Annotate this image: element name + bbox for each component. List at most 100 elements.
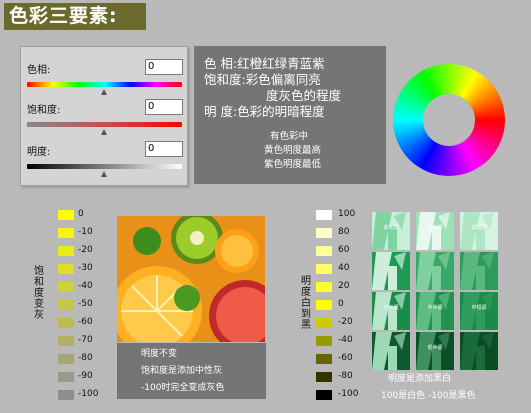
tone-grid: 高长调 高中调 高短调中长调 中中调 中短调低中调 bbox=[372, 212, 502, 378]
brightness-step-value: 80 bbox=[338, 227, 350, 237]
tone-shape bbox=[460, 292, 494, 330]
brightness-step-value: -100 bbox=[338, 389, 359, 399]
brightness-label: 明度: bbox=[27, 147, 51, 158]
tone-cell: 高中调 bbox=[416, 212, 454, 250]
saturation-step-value: -50 bbox=[78, 299, 93, 309]
tone-shape bbox=[372, 252, 406, 290]
hue-slider-thumb[interactable] bbox=[101, 89, 107, 95]
brightness-step-value: -60 bbox=[338, 353, 353, 363]
page-title: 色彩三要素: bbox=[4, 3, 146, 30]
brightness-step-swatch bbox=[316, 264, 332, 274]
saturation-step-swatch bbox=[58, 300, 74, 310]
tone-cell bbox=[460, 332, 498, 370]
photo-caption-box: 明度不变 饱和度是添加中性灰 -100时完全变成灰色 bbox=[117, 343, 266, 399]
tone-shape bbox=[416, 332, 450, 370]
tone-cell: 高长调 bbox=[372, 212, 410, 250]
saturation-step-swatch bbox=[58, 390, 74, 400]
brightness-scale-label: 明度白到黑 bbox=[301, 276, 311, 331]
color-wheel-center bbox=[423, 94, 475, 146]
desc-note-2: 黄色明度最高 bbox=[264, 145, 322, 156]
tone-cell-label: 低中调 bbox=[427, 345, 443, 351]
saturation-step-value: 0 bbox=[78, 209, 84, 219]
saturation-step-swatch bbox=[58, 210, 74, 220]
tone-shape bbox=[460, 332, 494, 370]
brightness-step-swatch bbox=[316, 372, 332, 382]
tone-shape bbox=[372, 292, 406, 330]
brightness-step-value: 40 bbox=[338, 263, 350, 273]
saturation-step-value: -70 bbox=[78, 335, 93, 345]
tone-shape bbox=[460, 252, 494, 290]
brightness-step-value: -80 bbox=[338, 371, 353, 381]
brightness-slider-track[interactable] bbox=[27, 164, 182, 169]
tone-cell: 中短调 bbox=[460, 292, 498, 330]
tone-cell bbox=[372, 332, 410, 370]
hue-slider-track[interactable] bbox=[27, 82, 182, 87]
saturation-step-swatch bbox=[58, 264, 74, 274]
brightness-step-value: 100 bbox=[338, 209, 356, 219]
saturation-label: 饱和度: bbox=[27, 105, 61, 116]
fruit-illustration bbox=[117, 216, 265, 342]
tone-cell-label: 中长调 bbox=[383, 305, 399, 311]
tone-caption-1: 明度是添加黑白 bbox=[388, 374, 452, 384]
saturation-step-swatch bbox=[58, 282, 74, 292]
tone-cell: 中长调 bbox=[372, 292, 410, 330]
saturation-step-value: -20 bbox=[78, 245, 93, 255]
brightness-step-swatch bbox=[316, 210, 332, 220]
brightness-step-value: -40 bbox=[338, 335, 353, 345]
photo-caption-2: 饱和度是添加中性灰 bbox=[141, 366, 223, 376]
brightness-step-swatch bbox=[316, 246, 332, 256]
desc-saturation: 饱和度:彩色偏离同亮 bbox=[204, 72, 321, 87]
tone-shape bbox=[416, 212, 450, 250]
desc-note-1: 有色彩中 bbox=[270, 131, 309, 142]
tone-cell-label: 中短调 bbox=[471, 305, 487, 311]
saturation-slider-track[interactable] bbox=[27, 122, 182, 127]
photo-caption-1: 明度不变 bbox=[141, 349, 178, 359]
brightness-slider-thumb[interactable] bbox=[101, 171, 107, 177]
saturation-step-value: -40 bbox=[78, 281, 93, 291]
tone-cell bbox=[460, 252, 498, 290]
saturation-step-swatch bbox=[58, 246, 74, 256]
tone-cell: 中中调 bbox=[416, 292, 454, 330]
brightness-step-swatch bbox=[316, 300, 332, 310]
desc-brightness: 明 度:色彩的明暗程度 bbox=[204, 104, 325, 119]
tone-cell bbox=[416, 252, 454, 290]
brightness-step-swatch bbox=[316, 318, 332, 328]
saturation-step-swatch bbox=[58, 318, 74, 328]
saturation-step-value: -60 bbox=[78, 317, 93, 327]
saturation-step-swatch bbox=[58, 228, 74, 238]
brightness-step-value: -20 bbox=[338, 317, 353, 327]
desc-note-3: 紫色明度最低 bbox=[264, 159, 322, 170]
description-box: 色 相:红橙红绿青蓝紫 饱和度:彩色偏离同亮 度灰色的程度 明 度:色彩的明暗程… bbox=[194, 46, 386, 184]
brightness-step-swatch bbox=[316, 354, 332, 364]
saturation-input[interactable]: 0 bbox=[145, 99, 183, 115]
desc-hue: 色 相:红橙红绿青蓝紫 bbox=[204, 56, 325, 71]
brightness-step-swatch bbox=[316, 336, 332, 346]
tone-shape bbox=[460, 212, 494, 250]
tone-cell-label: 高中调 bbox=[427, 225, 443, 231]
saturation-step-swatch bbox=[58, 354, 74, 364]
photo-caption-3: -100时完全变成灰色 bbox=[141, 383, 225, 393]
saturation-scale-label: 饱和度变灰 bbox=[34, 266, 44, 321]
tone-cell: 高短调 bbox=[460, 212, 498, 250]
saturation-step-value: -90 bbox=[78, 371, 93, 381]
hsb-adjust-panel: 色相: 0 饱和度: 0 明度: 0 bbox=[20, 46, 188, 186]
brightness-step-swatch bbox=[316, 228, 332, 238]
brightness-step-value: 60 bbox=[338, 245, 350, 255]
saturation-step-swatch bbox=[58, 336, 74, 346]
saturation-step-value: -10 bbox=[78, 227, 93, 237]
tone-shape bbox=[372, 212, 406, 250]
desc-saturation-cont: 度灰色的程度 bbox=[266, 88, 342, 103]
tone-cell: 低中调 bbox=[416, 332, 454, 370]
saturation-slider-thumb[interactable] bbox=[101, 129, 107, 135]
tone-cell-label: 中中调 bbox=[427, 305, 443, 311]
tone-cell-label: 高短调 bbox=[471, 225, 487, 231]
tone-shape bbox=[372, 332, 406, 370]
tone-cell-label: 高长调 bbox=[383, 225, 399, 231]
brightness-step-value: 0 bbox=[338, 299, 344, 309]
saturation-step-value: -100 bbox=[78, 389, 99, 399]
fruit-photo bbox=[117, 216, 265, 342]
hue-input[interactable]: 0 bbox=[145, 59, 183, 75]
tone-shape bbox=[416, 252, 450, 290]
brightness-input[interactable]: 0 bbox=[145, 141, 183, 157]
brightness-step-value: 20 bbox=[338, 281, 350, 291]
